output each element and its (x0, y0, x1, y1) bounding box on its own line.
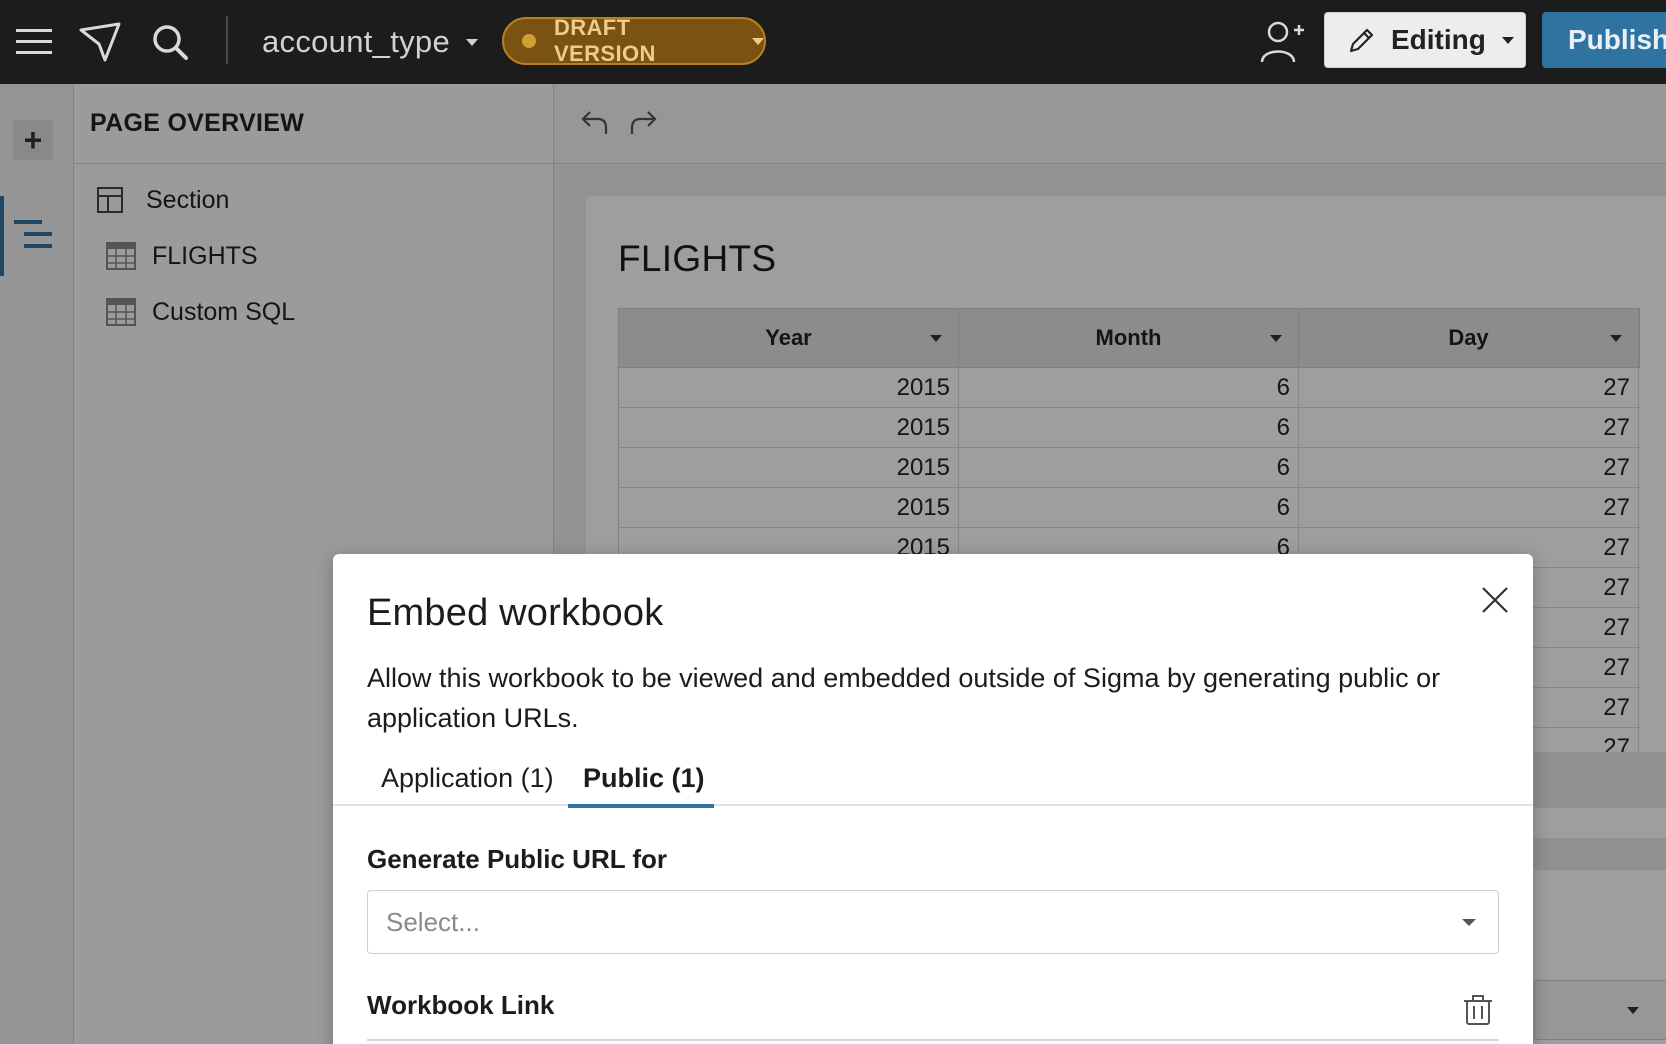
draft-version-dropdown[interactable]: DRAFT VERSION (502, 15, 766, 66)
workbook-link-label: Workbook Link (367, 990, 555, 1020)
pencil-icon (1349, 28, 1374, 53)
search-icon[interactable] (148, 0, 192, 84)
select-placeholder: Select... (386, 907, 480, 937)
chevron-down-icon (466, 38, 479, 46)
dialog-title: Embed workbook (367, 592, 664, 634)
embed-tabs: Application (1) Public (1) (333, 750, 1533, 806)
document-name: account_type (262, 24, 451, 59)
workbook-link-divider (367, 1039, 1499, 1041)
chevron-down-icon (752, 37, 764, 45)
public-url-select[interactable]: Select... (367, 890, 1499, 954)
editing-mode-button[interactable]: Editing (1324, 12, 1526, 68)
tab-public[interactable]: Public (1) (583, 750, 705, 806)
sigma-logo-icon[interactable] (78, 0, 124, 84)
dialog-description: Allow this workbook to be viewed and emb… (367, 663, 1441, 733)
chevron-down-icon (1462, 919, 1476, 926)
top-bar: account_type DRAFT VERSION Editing Publi… (0, 0, 1666, 84)
tab-application[interactable]: Application (1) (381, 750, 554, 806)
menu-icon[interactable] (14, 0, 54, 84)
tab-label: Public (1) (583, 762, 705, 793)
editing-label: Editing (1391, 24, 1486, 55)
public-url-field-label: Generate Public URL for (367, 844, 668, 874)
tab-label: Application (1) (381, 762, 554, 793)
draft-status-dot (522, 34, 536, 48)
toolbar-divider (226, 16, 228, 64)
publish-label: Publish (1568, 24, 1666, 55)
chevron-down-icon (1501, 36, 1514, 44)
embed-workbook-dialog: Embed workbook Allow this workbook to be… (333, 554, 1533, 1044)
add-user-icon[interactable] (1258, 0, 1308, 84)
publish-button[interactable]: Publish (1542, 12, 1666, 68)
draft-label: DRAFT VERSION (553, 15, 656, 66)
trash-icon[interactable] (1463, 994, 1493, 1031)
close-icon[interactable] (1475, 580, 1515, 620)
document-name-dropdown[interactable]: account_type (262, 0, 479, 84)
active-tab-indicator (568, 804, 714, 808)
